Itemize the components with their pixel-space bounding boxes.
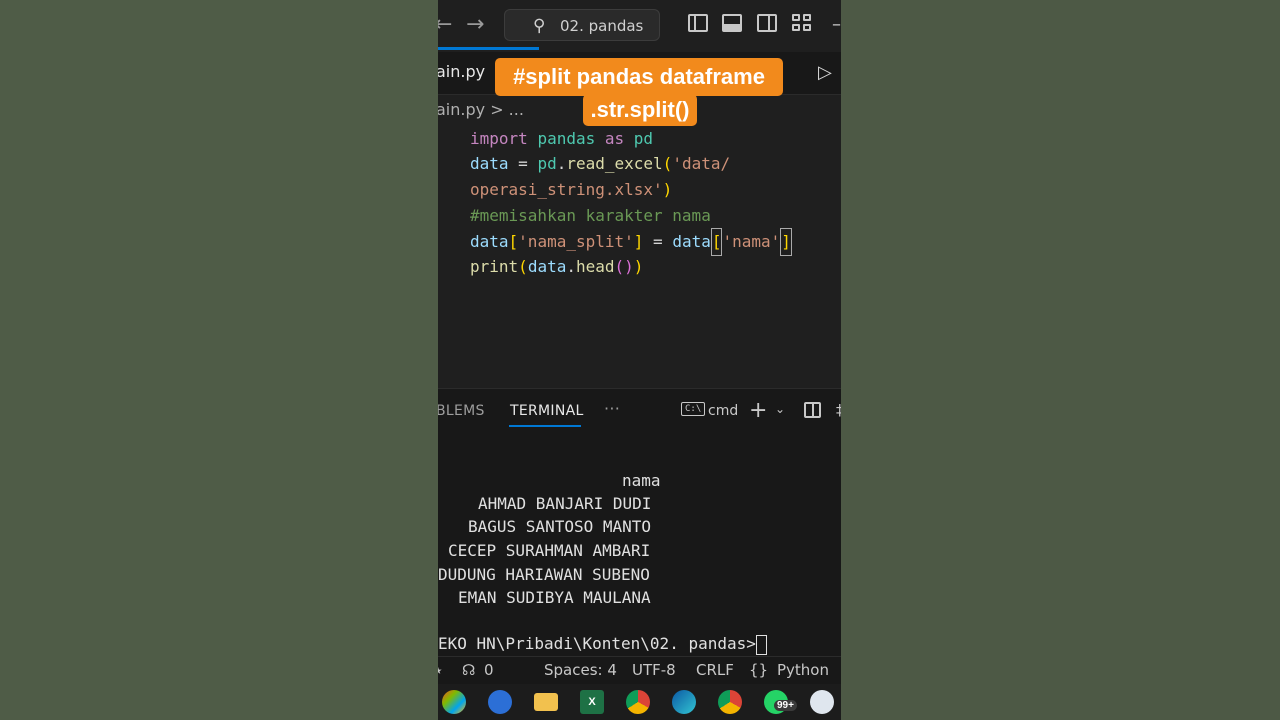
- code-line-6: print(data.head()): [470, 254, 643, 280]
- tab-main-py[interactable]: ain.py: [438, 62, 485, 81]
- status-edge-mark: ⭑: [438, 661, 443, 679]
- split-terminal-icon[interactable]: [804, 402, 821, 418]
- bracket: ): [633, 257, 644, 276]
- braces-icon: {}: [749, 661, 769, 679]
- weather-icon[interactable]: [488, 690, 512, 714]
- indentation-status[interactable]: Spaces: 4: [544, 661, 617, 679]
- edge-icon[interactable]: [672, 690, 696, 714]
- terminal-cursor: [755, 634, 767, 655]
- code-line-4: #memisahkan karakter nama: [470, 203, 711, 229]
- output-row: CECEP SURAHMAN AMBARI: [448, 541, 651, 560]
- search-icon: ⚲: [533, 16, 546, 36]
- app-icon[interactable]: [810, 690, 834, 714]
- output-column-header: nama: [622, 471, 661, 490]
- breadcrumb[interactable]: ain.py > ...: [438, 100, 524, 119]
- right-background: [841, 0, 1280, 720]
- module-ref: pd: [537, 154, 557, 173]
- forward-arrow-icon[interactable]: →: [466, 12, 484, 38]
- code-line-2: data = pd.read_excel('data/: [470, 151, 730, 177]
- bracket: (): [614, 257, 634, 276]
- excel-icon[interactable]: X: [580, 690, 604, 714]
- taskbar: X 99+: [438, 684, 841, 720]
- command-center-search[interactable]: ⚲ 02. pandas: [504, 9, 660, 41]
- function-name: read_excel: [566, 154, 663, 173]
- matching-bracket: ]: [780, 228, 792, 256]
- active-tab-indicator: [509, 425, 581, 427]
- comment: #memisahkan karakter nama: [470, 206, 711, 225]
- code-line-3: operasi_string.xlsx'): [470, 177, 672, 203]
- copilot-icon[interactable]: [442, 690, 466, 714]
- string: 'data/: [672, 154, 731, 173]
- function-name: print: [470, 257, 519, 276]
- code-line-5: data['nama_split'] = data['nama']: [470, 228, 792, 256]
- run-python-icon[interactable]: ▷: [818, 62, 832, 83]
- operator: =: [643, 232, 673, 251]
- output-row: EMAN SUDIBYA MAULANA: [458, 588, 651, 607]
- eol-status[interactable]: CRLF: [696, 661, 734, 679]
- more-actions-icon[interactable]: ···: [604, 399, 620, 418]
- toggle-primary-sidebar-icon[interactable]: [688, 14, 708, 32]
- back-arrow-icon[interactable]: ←: [438, 12, 452, 38]
- toggle-panel-icon[interactable]: [722, 14, 742, 32]
- title-bar: ← → ⚲ 02. pandas –: [438, 0, 841, 52]
- terminal-prompt: EKO HN\Pribadi\Konten\02. pandas>: [438, 632, 767, 656]
- terminal-shell-icon: C:\: [681, 402, 706, 416]
- tab-problems[interactable]: BLEMS: [438, 403, 485, 419]
- customize-layout-icon[interactable]: [792, 14, 812, 32]
- ports-count[interactable]: 0: [484, 661, 494, 679]
- variable: data: [470, 232, 509, 251]
- module-alias: pd: [633, 129, 654, 148]
- ports-icon[interactable]: ☊: [462, 661, 475, 679]
- operator: =: [508, 154, 538, 173]
- encoding-status[interactable]: UTF-8: [632, 661, 676, 679]
- output-row: BAGUS SANTOSO MANTO: [468, 517, 652, 536]
- shell-label[interactable]: cmd: [708, 403, 738, 419]
- new-terminal-icon[interactable]: +: [749, 398, 767, 423]
- caption-title: #split pandas dataframe: [495, 58, 783, 96]
- method-name: head: [575, 257, 615, 276]
- keyword: import: [470, 129, 528, 148]
- minimize-icon[interactable]: –: [832, 14, 841, 35]
- bracket: (: [662, 154, 673, 173]
- output-row: DUDUNG HARIAWAN SUBENO: [438, 565, 650, 584]
- bracket: ]: [633, 232, 644, 251]
- dot: .: [556, 154, 567, 173]
- string: 'nama_split': [518, 232, 634, 251]
- output-row: AHMAD BANJARI DUDI: [478, 494, 652, 513]
- chevron-down-icon[interactable]: ⌄: [775, 402, 785, 416]
- bracket: (: [518, 257, 528, 276]
- bracket: [: [508, 232, 519, 251]
- keyword: as: [604, 129, 625, 148]
- prompt-text: EKO HN\Pribadi\Konten\02. pandas>: [438, 634, 756, 653]
- chrome-profile-icon[interactable]: [718, 690, 742, 714]
- text-cursor-bracket: [: [710, 228, 723, 256]
- tab-terminal[interactable]: TERMINAL: [510, 403, 584, 419]
- string: 'nama': [722, 232, 781, 251]
- bracket: ): [662, 180, 673, 199]
- notification-badge: 99+: [774, 700, 797, 711]
- left-background: [0, 0, 438, 720]
- variable: data: [527, 257, 567, 276]
- search-text: 02. pandas: [560, 17, 644, 35]
- status-bar: ⭑ ☊ 0 Spaces: 4 UTF-8 CRLF {} Python: [438, 656, 841, 685]
- string: operasi_string.xlsx': [470, 180, 663, 199]
- vscode-window: ← → ⚲ 02. pandas – ain.py ▷ ain.py > ...…: [438, 0, 841, 720]
- trash-icon[interactable]: ‡: [836, 401, 841, 419]
- terminal-panel: BLEMS TERMINAL ··· C:\ cmd + ⌄ ‡ nama AH…: [438, 388, 841, 657]
- variable: data: [470, 154, 509, 173]
- module-name: pandas: [537, 129, 596, 148]
- toggle-secondary-sidebar-icon[interactable]: [757, 14, 777, 32]
- dot: .: [566, 257, 576, 276]
- variable: data: [672, 232, 711, 251]
- chrome-icon[interactable]: [626, 690, 650, 714]
- code-line-1: import pandas as pd: [470, 126, 653, 152]
- progress-indicator: [438, 47, 539, 50]
- language-mode[interactable]: Python: [777, 661, 829, 679]
- file-explorer-icon[interactable]: [534, 693, 558, 711]
- caption-subtitle: .str.split(): [583, 94, 697, 126]
